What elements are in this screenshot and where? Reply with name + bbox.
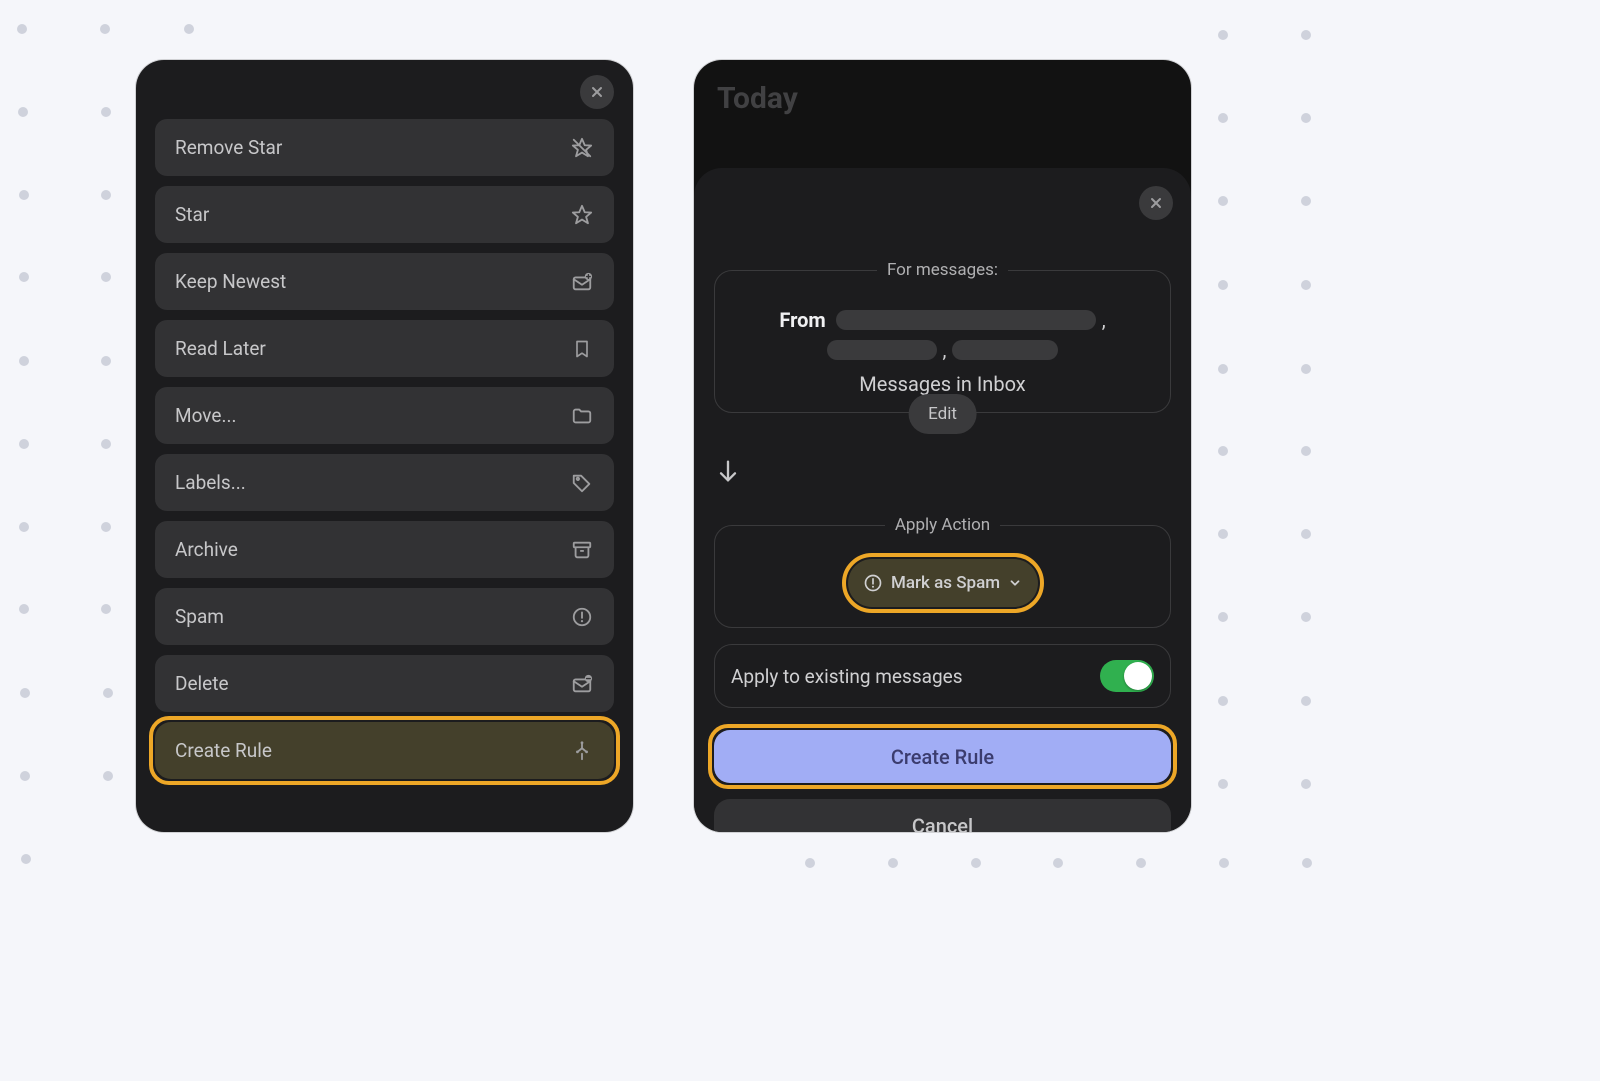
action-keep-newest[interactable]: Keep Newest (155, 253, 614, 310)
rule-editor-overlay: For messages: From , , Messages in Inbox… (694, 168, 1191, 832)
close-button[interactable] (1139, 186, 1173, 220)
archive-icon (570, 538, 594, 562)
action-create-rule[interactable]: Create Rule (155, 722, 614, 779)
action-label: Keep Newest (175, 270, 286, 293)
edit-button[interactable]: Edit (908, 394, 977, 434)
cancel-button[interactable]: Cancel (714, 799, 1171, 832)
rule-editor-panel: Today For messages: From , , Messages in… (694, 60, 1191, 832)
today-heading: Today (713, 75, 1172, 126)
action-labels[interactable]: Labels... (155, 454, 614, 511)
sender-redacted-chip (952, 340, 1058, 360)
action-spam[interactable]: Spam (155, 588, 614, 645)
apply-existing-row: Apply to existing messages (714, 644, 1171, 708)
sender-redacted-chip (836, 310, 1096, 330)
sender-redacted-chip (827, 340, 937, 360)
action-label: Archive (175, 538, 238, 561)
action-label: Spam (175, 605, 224, 628)
action-label: Move... (175, 404, 236, 427)
action-label: Read Later (175, 337, 266, 360)
apply-existing-toggle[interactable] (1100, 660, 1154, 692)
tag-icon (570, 471, 594, 495)
from-label: From (779, 308, 825, 332)
action-archive[interactable]: Archive (155, 521, 614, 578)
action-dropdown-label: Mark as Spam (891, 573, 1000, 593)
action-label: Star (175, 203, 209, 226)
apply-action-legend: Apply Action (885, 515, 1000, 535)
action-move[interactable]: Move... (155, 387, 614, 444)
star-icon (570, 203, 594, 227)
apply-existing-label: Apply to existing messages (731, 665, 963, 688)
chevron-down-icon (1008, 576, 1022, 590)
for-messages-legend: For messages: (877, 260, 1008, 280)
action-label: Remove Star (175, 136, 282, 159)
action-remove-star[interactable]: Remove Star (155, 119, 614, 176)
create-rule-button[interactable]: Create Rule (714, 730, 1171, 783)
mail-plus-icon (570, 270, 594, 294)
apply-action-group: Apply Action Mark as Spam (714, 515, 1171, 628)
for-messages-group: For messages: From , , Messages in Inbox… (714, 260, 1171, 413)
alert-circle-icon (863, 573, 883, 593)
from-row: From , (735, 308, 1150, 332)
folder-icon (570, 404, 594, 428)
action-label: Labels... (175, 471, 246, 494)
arrow-down-icon (714, 457, 1171, 485)
action-read-later[interactable]: Read Later (155, 320, 614, 377)
star-off-icon (570, 136, 594, 160)
close-icon (589, 84, 605, 100)
action-dropdown[interactable]: Mark as Spam (848, 559, 1038, 607)
from-row-2: , (735, 338, 1150, 362)
action-star[interactable]: Star (155, 186, 614, 243)
close-icon (1148, 195, 1164, 211)
alert-circle-icon (570, 605, 594, 629)
action-label: Create Rule (175, 739, 272, 762)
actions-panel: Remove Star Star Keep Newest Read Later … (136, 60, 633, 832)
messages-in-inbox: Messages in Inbox (735, 372, 1150, 396)
close-button[interactable] (580, 75, 614, 109)
rule-flow-icon (570, 739, 594, 763)
action-label: Delete (175, 672, 229, 695)
toggle-knob (1124, 662, 1152, 690)
bookmark-icon (570, 337, 594, 361)
action-delete[interactable]: Delete (155, 655, 614, 712)
mail-minus-icon (570, 672, 594, 696)
